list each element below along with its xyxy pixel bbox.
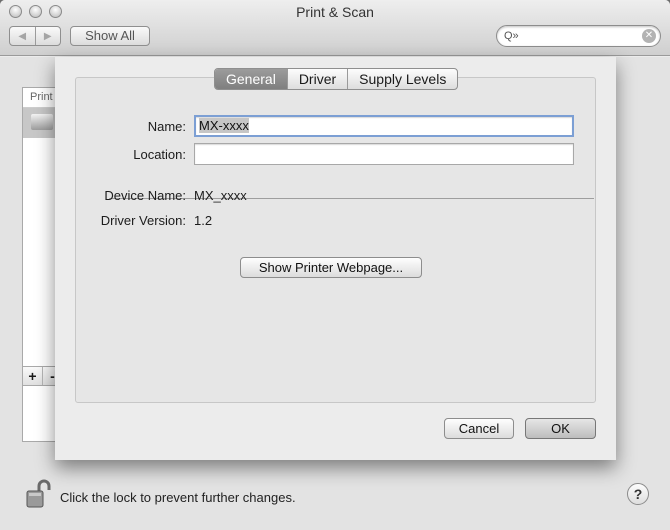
driver-version-label: Driver Version: bbox=[100, 213, 186, 228]
location-label: Location: bbox=[133, 147, 186, 162]
forward-button[interactable]: ▶ bbox=[34, 27, 61, 45]
tab-driver[interactable]: Driver bbox=[286, 69, 347, 89]
tab-supply-levels[interactable]: Supply Levels bbox=[347, 69, 457, 89]
show-printer-webpage-button[interactable]: Show Printer Webpage... bbox=[240, 257, 422, 278]
lock-message: Click the lock to prevent further change… bbox=[60, 490, 296, 505]
tab-general[interactable]: General bbox=[215, 69, 287, 89]
ok-button[interactable]: OK bbox=[525, 418, 596, 439]
window-title: Print & Scan bbox=[296, 4, 374, 20]
add-printer-button[interactable]: + bbox=[23, 367, 43, 385]
name-field-value: MX-xxxx bbox=[199, 118, 249, 133]
search-field[interactable]: Q» ✕ bbox=[496, 25, 661, 47]
help-button[interactable]: ? bbox=[627, 483, 649, 505]
general-tab-panel: Name: MX-xxxx Location: Device Name: MX_… bbox=[75, 77, 596, 403]
sheet-tab-bar: General Driver Supply Levels bbox=[214, 68, 459, 90]
show-all-button[interactable]: Show All bbox=[70, 26, 150, 46]
print-scan-window: Print & Scan ◀ ▶ Show All Q» ✕ Print + -… bbox=[0, 0, 670, 530]
back-button[interactable]: ◀ bbox=[10, 27, 35, 45]
cancel-button[interactable]: Cancel bbox=[444, 418, 514, 439]
device-name-label: Device Name: bbox=[104, 188, 186, 203]
driver-version-value: 1.2 bbox=[194, 213, 213, 228]
clear-search-icon[interactable]: ✕ bbox=[642, 29, 656, 43]
search-icon: Q» bbox=[504, 30, 519, 42]
titlebar: Print & Scan ◀ ▶ Show All Q» ✕ bbox=[0, 0, 670, 56]
padlock-open-icon[interactable] bbox=[25, 478, 53, 510]
location-field[interactable] bbox=[194, 143, 574, 165]
name-label: Name: bbox=[147, 119, 186, 134]
printer-options-sheet: Name: MX-xxxx Location: Device Name: MX_… bbox=[55, 57, 616, 460]
printer-icon bbox=[31, 114, 53, 130]
device-name-value: MX_xxxx bbox=[194, 188, 247, 203]
name-field[interactable]: MX-xxxx bbox=[194, 115, 574, 137]
back-forward-control: ◀ ▶ bbox=[9, 26, 61, 46]
